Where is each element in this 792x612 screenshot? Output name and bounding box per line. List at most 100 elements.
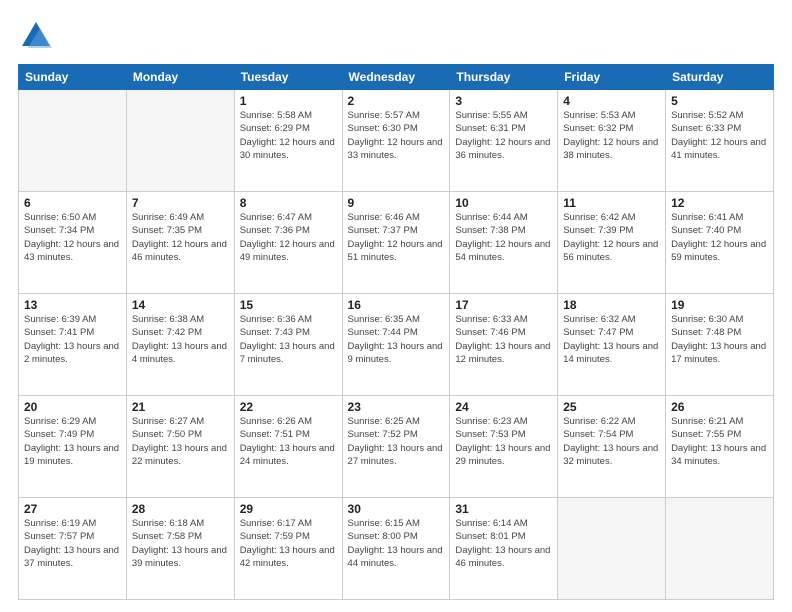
day-number: 23	[348, 400, 445, 414]
page: SundayMondayTuesdayWednesdayThursdayFrid…	[0, 0, 792, 612]
day-number: 31	[455, 502, 552, 516]
day-info: Sunrise: 5:58 AM Sunset: 6:29 PM Dayligh…	[240, 109, 337, 162]
day-number: 16	[348, 298, 445, 312]
day-info: Sunrise: 5:52 AM Sunset: 6:33 PM Dayligh…	[671, 109, 768, 162]
day-number: 5	[671, 94, 768, 108]
day-info: Sunrise: 6:42 AM Sunset: 7:39 PM Dayligh…	[563, 211, 660, 264]
calendar-cell: 16Sunrise: 6:35 AM Sunset: 7:44 PM Dayli…	[342, 294, 450, 396]
day-number: 30	[348, 502, 445, 516]
day-number: 8	[240, 196, 337, 210]
day-number: 12	[671, 196, 768, 210]
header-cell-friday: Friday	[558, 65, 666, 90]
calendar-cell: 7Sunrise: 6:49 AM Sunset: 7:35 PM Daylig…	[126, 192, 234, 294]
day-info: Sunrise: 6:46 AM Sunset: 7:37 PM Dayligh…	[348, 211, 445, 264]
calendar-table: SundayMondayTuesdayWednesdayThursdayFrid…	[18, 64, 774, 600]
day-number: 28	[132, 502, 229, 516]
calendar-cell: 5Sunrise: 5:52 AM Sunset: 6:33 PM Daylig…	[666, 90, 774, 192]
day-number: 14	[132, 298, 229, 312]
day-number: 7	[132, 196, 229, 210]
day-info: Sunrise: 6:19 AM Sunset: 7:57 PM Dayligh…	[24, 517, 121, 570]
day-info: Sunrise: 6:21 AM Sunset: 7:55 PM Dayligh…	[671, 415, 768, 468]
day-info: Sunrise: 6:30 AM Sunset: 7:48 PM Dayligh…	[671, 313, 768, 366]
calendar-week-3: 13Sunrise: 6:39 AM Sunset: 7:41 PM Dayli…	[19, 294, 774, 396]
day-number: 6	[24, 196, 121, 210]
header-cell-wednesday: Wednesday	[342, 65, 450, 90]
day-info: Sunrise: 6:29 AM Sunset: 7:49 PM Dayligh…	[24, 415, 121, 468]
day-number: 3	[455, 94, 552, 108]
day-info: Sunrise: 6:15 AM Sunset: 8:00 PM Dayligh…	[348, 517, 445, 570]
day-number: 19	[671, 298, 768, 312]
calendar-cell: 9Sunrise: 6:46 AM Sunset: 7:37 PM Daylig…	[342, 192, 450, 294]
calendar-cell: 11Sunrise: 6:42 AM Sunset: 7:39 PM Dayli…	[558, 192, 666, 294]
day-info: Sunrise: 6:27 AM Sunset: 7:50 PM Dayligh…	[132, 415, 229, 468]
day-info: Sunrise: 6:17 AM Sunset: 7:59 PM Dayligh…	[240, 517, 337, 570]
day-number: 24	[455, 400, 552, 414]
calendar-cell: 1Sunrise: 5:58 AM Sunset: 6:29 PM Daylig…	[234, 90, 342, 192]
day-info: Sunrise: 6:25 AM Sunset: 7:52 PM Dayligh…	[348, 415, 445, 468]
day-number: 22	[240, 400, 337, 414]
logo-icon	[18, 18, 54, 54]
calendar-cell: 17Sunrise: 6:33 AM Sunset: 7:46 PM Dayli…	[450, 294, 558, 396]
calendar-cell: 6Sunrise: 6:50 AM Sunset: 7:34 PM Daylig…	[19, 192, 127, 294]
calendar-cell: 22Sunrise: 6:26 AM Sunset: 7:51 PM Dayli…	[234, 396, 342, 498]
calendar-week-1: 1Sunrise: 5:58 AM Sunset: 6:29 PM Daylig…	[19, 90, 774, 192]
day-number: 27	[24, 502, 121, 516]
calendar-cell: 4Sunrise: 5:53 AM Sunset: 6:32 PM Daylig…	[558, 90, 666, 192]
calendar-week-4: 20Sunrise: 6:29 AM Sunset: 7:49 PM Dayli…	[19, 396, 774, 498]
calendar-cell: 15Sunrise: 6:36 AM Sunset: 7:43 PM Dayli…	[234, 294, 342, 396]
logo	[18, 18, 58, 54]
day-number: 26	[671, 400, 768, 414]
calendar-cell: 21Sunrise: 6:27 AM Sunset: 7:50 PM Dayli…	[126, 396, 234, 498]
header	[18, 18, 774, 54]
day-number: 17	[455, 298, 552, 312]
day-info: Sunrise: 6:33 AM Sunset: 7:46 PM Dayligh…	[455, 313, 552, 366]
calendar-week-2: 6Sunrise: 6:50 AM Sunset: 7:34 PM Daylig…	[19, 192, 774, 294]
header-cell-thursday: Thursday	[450, 65, 558, 90]
calendar-cell: 14Sunrise: 6:38 AM Sunset: 7:42 PM Dayli…	[126, 294, 234, 396]
day-info: Sunrise: 6:23 AM Sunset: 7:53 PM Dayligh…	[455, 415, 552, 468]
calendar-header-row: SundayMondayTuesdayWednesdayThursdayFrid…	[19, 65, 774, 90]
day-number: 2	[348, 94, 445, 108]
day-number: 13	[24, 298, 121, 312]
calendar-cell: 13Sunrise: 6:39 AM Sunset: 7:41 PM Dayli…	[19, 294, 127, 396]
calendar-cell: 27Sunrise: 6:19 AM Sunset: 7:57 PM Dayli…	[19, 498, 127, 600]
day-info: Sunrise: 5:53 AM Sunset: 6:32 PM Dayligh…	[563, 109, 660, 162]
calendar-week-5: 27Sunrise: 6:19 AM Sunset: 7:57 PM Dayli…	[19, 498, 774, 600]
day-info: Sunrise: 6:41 AM Sunset: 7:40 PM Dayligh…	[671, 211, 768, 264]
header-cell-saturday: Saturday	[666, 65, 774, 90]
calendar-cell	[666, 498, 774, 600]
day-info: Sunrise: 6:47 AM Sunset: 7:36 PM Dayligh…	[240, 211, 337, 264]
day-info: Sunrise: 6:49 AM Sunset: 7:35 PM Dayligh…	[132, 211, 229, 264]
calendar-cell: 18Sunrise: 6:32 AM Sunset: 7:47 PM Dayli…	[558, 294, 666, 396]
day-number: 4	[563, 94, 660, 108]
calendar-cell: 2Sunrise: 5:57 AM Sunset: 6:30 PM Daylig…	[342, 90, 450, 192]
calendar-cell: 30Sunrise: 6:15 AM Sunset: 8:00 PM Dayli…	[342, 498, 450, 600]
calendar-cell: 28Sunrise: 6:18 AM Sunset: 7:58 PM Dayli…	[126, 498, 234, 600]
calendar-cell: 23Sunrise: 6:25 AM Sunset: 7:52 PM Dayli…	[342, 396, 450, 498]
calendar-cell: 29Sunrise: 6:17 AM Sunset: 7:59 PM Dayli…	[234, 498, 342, 600]
day-number: 21	[132, 400, 229, 414]
day-number: 20	[24, 400, 121, 414]
calendar-cell: 10Sunrise: 6:44 AM Sunset: 7:38 PM Dayli…	[450, 192, 558, 294]
day-number: 15	[240, 298, 337, 312]
day-number: 9	[348, 196, 445, 210]
day-info: Sunrise: 6:35 AM Sunset: 7:44 PM Dayligh…	[348, 313, 445, 366]
calendar-cell	[126, 90, 234, 192]
day-info: Sunrise: 6:44 AM Sunset: 7:38 PM Dayligh…	[455, 211, 552, 264]
day-info: Sunrise: 6:26 AM Sunset: 7:51 PM Dayligh…	[240, 415, 337, 468]
calendar-cell: 12Sunrise: 6:41 AM Sunset: 7:40 PM Dayli…	[666, 192, 774, 294]
calendar-cell: 3Sunrise: 5:55 AM Sunset: 6:31 PM Daylig…	[450, 90, 558, 192]
day-info: Sunrise: 6:22 AM Sunset: 7:54 PM Dayligh…	[563, 415, 660, 468]
calendar-cell: 20Sunrise: 6:29 AM Sunset: 7:49 PM Dayli…	[19, 396, 127, 498]
day-number: 11	[563, 196, 660, 210]
header-cell-monday: Monday	[126, 65, 234, 90]
header-cell-sunday: Sunday	[19, 65, 127, 90]
day-number: 18	[563, 298, 660, 312]
day-info: Sunrise: 5:57 AM Sunset: 6:30 PM Dayligh…	[348, 109, 445, 162]
day-info: Sunrise: 6:32 AM Sunset: 7:47 PM Dayligh…	[563, 313, 660, 366]
day-info: Sunrise: 6:50 AM Sunset: 7:34 PM Dayligh…	[24, 211, 121, 264]
day-number: 1	[240, 94, 337, 108]
day-info: Sunrise: 5:55 AM Sunset: 6:31 PM Dayligh…	[455, 109, 552, 162]
day-number: 29	[240, 502, 337, 516]
day-info: Sunrise: 6:14 AM Sunset: 8:01 PM Dayligh…	[455, 517, 552, 570]
